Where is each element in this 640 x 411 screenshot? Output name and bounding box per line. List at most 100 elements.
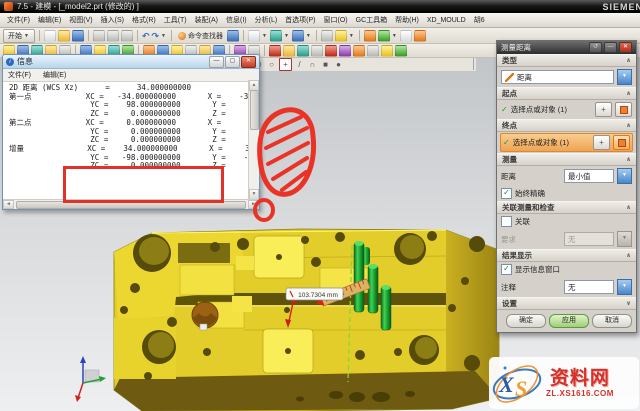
cancel-button[interactable]: 取消 (592, 314, 632, 328)
checkbox-unchecked[interactable]: ✓ (501, 216, 512, 227)
menu-file[interactable]: 文件(F) (3, 14, 34, 26)
save-icon[interactable] (72, 30, 84, 42)
collapse-icon[interactable]: ∧ (626, 252, 631, 259)
menu-assemblies[interactable]: 装配(A) (191, 14, 222, 26)
redo-icon[interactable]: ↷ (152, 30, 160, 42)
point-dialog-button[interactable]: + (593, 135, 610, 150)
collapse-icon[interactable]: ∧ (626, 57, 631, 64)
menu-xd-mould[interactable]: XD_MOULD (423, 16, 470, 25)
scrollbar-thumb[interactable] (250, 90, 259, 130)
shaded-view-icon[interactable] (292, 30, 304, 42)
collapse-icon[interactable]: ∧ (626, 90, 631, 97)
reset-icon[interactable]: ↺ (589, 42, 602, 53)
annotation-dropdown[interactable]: ▼ (617, 279, 632, 295)
menu-hu6[interactable]: 胡6 (470, 14, 489, 26)
annotation-field[interactable]: 无 (564, 280, 614, 294)
point-dialog-button[interactable]: + (595, 102, 612, 117)
info-window[interactable]: i 信息 — ▢ ✕ 文件(F) 编辑(E) 2D 距离 (WCS Xz) = … (2, 54, 260, 210)
snap-plus-icon[interactable]: + (279, 58, 292, 71)
open-icon[interactable] (58, 30, 70, 42)
view-orient-icon[interactable] (270, 30, 282, 42)
menu-help[interactable]: 帮助(H) (391, 14, 423, 26)
snap-arc-icon[interactable]: ∩ (307, 59, 318, 70)
toolbar-icon[interactable] (395, 45, 407, 57)
close-icon[interactable]: ✕ (241, 56, 256, 68)
distance-method-field[interactable]: 最小值 (564, 169, 614, 183)
command-finder-button[interactable]: 命令查找器 (176, 31, 225, 41)
snap-circle-icon[interactable]: ○ (266, 59, 277, 70)
scroll-right-icon[interactable]: ► (248, 200, 259, 209)
type-field[interactable]: 距离 (501, 70, 614, 84)
toolbar-icon[interactable] (381, 45, 393, 57)
section-start-point[interactable]: 起点 ∧ (497, 87, 636, 100)
menu-window[interactable]: 窗口(O) (320, 14, 352, 26)
move-object-icon[interactable] (364, 30, 376, 42)
end-point-row[interactable]: ✓ 选择点或对象 (1) + (500, 133, 633, 152)
edit-section-icon[interactable] (335, 30, 347, 42)
section-settings[interactable]: 设置 ∨ (497, 297, 636, 310)
snap-sphere-icon[interactable]: ● (333, 59, 344, 70)
menu-gc-toolbox[interactable]: GC工具箱 (352, 14, 392, 26)
info-window-titlebar[interactable]: i 信息 — ▢ ✕ (3, 55, 259, 69)
toolbar-icon[interactable] (339, 45, 351, 57)
screen-layout-icon[interactable] (248, 30, 260, 42)
checkbox-checked[interactable]: ✓ (501, 188, 512, 199)
toolbar-icon[interactable] (297, 45, 309, 57)
toolbar-icon[interactable] (325, 45, 337, 57)
snap-solid-icon[interactable]: ■ (320, 59, 331, 70)
start-button[interactable]: 开始▼ (3, 29, 35, 43)
undo-icon[interactable]: ↶ (142, 30, 150, 42)
point-constructor-button[interactable] (613, 135, 630, 150)
window-icon[interactable] (321, 30, 333, 42)
point-constructor-button[interactable] (615, 102, 632, 117)
toolbar-icon[interactable] (311, 45, 323, 57)
snap-line-icon[interactable]: / (294, 59, 305, 70)
type-dropdown-button[interactable]: ▼ (617, 69, 632, 85)
close-icon[interactable]: ✕ (619, 42, 632, 53)
menu-insert[interactable]: 插入(S) (97, 14, 128, 26)
dimension-annotation[interactable]: 103.7304 mm (286, 288, 343, 300)
menu-tools[interactable]: 工具(T) (160, 14, 191, 26)
minimize-icon[interactable]: — (209, 56, 224, 68)
start-point-row[interactable]: ✓ 选择点或对象 (1) + (497, 100, 636, 119)
info-menu-file[interactable]: 文件(F) (8, 70, 31, 80)
info-menu-edit[interactable]: 编辑(E) (43, 70, 66, 80)
apply-button[interactable]: 应用 (549, 314, 589, 328)
distance-method-dropdown[interactable]: ▼ (617, 168, 632, 184)
section-type[interactable]: 类型 ∧ (497, 54, 636, 67)
show-hide-icon[interactable] (378, 30, 390, 42)
checkbox-checked[interactable]: ✓ (501, 264, 512, 275)
paste-icon[interactable] (121, 30, 133, 42)
cut-icon[interactable] (93, 30, 105, 42)
section-end-point[interactable]: 终点 ∧ (497, 119, 636, 132)
menu-format[interactable]: 格式(R) (128, 14, 160, 26)
toolbar-icon[interactable] (367, 45, 379, 57)
collapse-icon[interactable]: ∧ (626, 122, 631, 129)
collapse-icon[interactable]: ∧ (626, 156, 631, 163)
menu-information[interactable]: 信息(I) (222, 14, 251, 26)
measure-distance-dialog[interactable]: 测量距离 ↺ — ✕ 类型 ∧ 距离 ▼ 起点 ∧ ✓ 选择点或对象 (1) (496, 40, 637, 333)
maximize-icon[interactable]: ▢ (225, 56, 240, 68)
ok-button[interactable]: 确定 (506, 314, 546, 328)
scroll-left-icon[interactable]: ◄ (3, 200, 14, 209)
menu-view[interactable]: 视图(V) (65, 14, 96, 26)
menu-analysis[interactable]: 分析(L) (251, 14, 282, 26)
toolbar-icon[interactable] (353, 45, 365, 57)
menu-edit[interactable]: 编辑(E) (34, 14, 65, 26)
section-results[interactable]: 结果显示 ∧ (497, 249, 636, 262)
vertical-scrollbar[interactable]: ▲ ▼ (248, 80, 259, 200)
dialog-titlebar[interactable]: 测量距离 ↺ — ✕ (497, 41, 636, 54)
layer-settings-icon[interactable] (400, 30, 412, 42)
section-associative[interactable]: 关联测量和检查 ∧ (497, 201, 636, 214)
menu-preferences[interactable]: 首选项(P) (281, 14, 319, 26)
toolbar-icon[interactable] (283, 45, 295, 57)
touch-mode-icon[interactable] (227, 30, 239, 42)
collapse-icon[interactable]: ∧ (626, 204, 631, 211)
section-measurement[interactable]: 测量 ∧ (497, 153, 636, 166)
copy-icon[interactable] (107, 30, 119, 42)
toolbar-icon[interactable] (269, 45, 281, 57)
redo-dropdown-icon[interactable]: ▼ (161, 33, 166, 39)
new-file-icon[interactable] (44, 30, 56, 42)
measure-icon[interactable] (414, 30, 426, 42)
minimize-icon[interactable]: — (604, 42, 617, 53)
